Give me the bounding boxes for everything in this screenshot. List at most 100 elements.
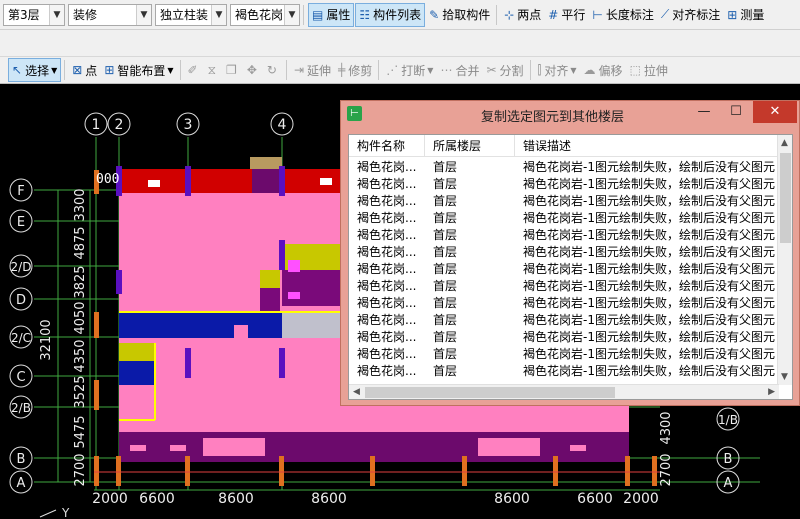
extend-button[interactable]: ⇥ 延伸 <box>291 58 334 82</box>
stair-side-block[interactable] <box>260 270 280 288</box>
category-select[interactable]: 装修 ▼ <box>68 3 152 26</box>
floor-select[interactable]: 第3层 ▼ <box>3 3 65 26</box>
cell-error: 褐色花岗岩-1图元绘制失败，绘制后没有父图元 <box>523 330 775 344</box>
align-dim-button[interactable]: ⟋ 对齐标注 <box>658 3 723 27</box>
chevron-down-icon[interactable]: ▼ <box>136 4 151 25</box>
trim-button[interactable]: ╪ 修剪 <box>335 58 375 82</box>
svg-text:2: 2 <box>115 117 124 133</box>
vertical-scrollbar[interactable]: ▲ ▼ <box>777 135 792 385</box>
cell-component-name: 褐色花岗... <box>357 177 417 191</box>
svg-text:4350: 4350 <box>73 339 88 372</box>
smart-layout-button[interactable]: ⊞ 智能布置 ▼ <box>101 58 176 82</box>
column-header-floor[interactable]: 所属楼层 <box>425 135 515 156</box>
copy-to-floors-dialog: ⊢ 复制选定图元到其他楼层 — ☐ ✕ 构件名称 所属楼层 错误描述 褐色花岗.… <box>340 100 800 406</box>
chevron-down-icon[interactable]: ▼ <box>781 372 788 382</box>
parallel-label: 平行 <box>561 8 586 22</box>
top-wall-cap <box>250 157 282 169</box>
move-button[interactable]: ✥ <box>244 58 263 82</box>
table-row[interactable]: 褐色花岗... 首层 褐色花岗岩-1图元绘制失败，绘制后没有父图元 <box>349 312 779 329</box>
parallel-button[interactable]: # 平行 <box>545 3 588 27</box>
chevron-down-icon[interactable]: ▼ <box>284 4 299 25</box>
table-row[interactable]: 褐色花岗... 首层 褐色花岗岩-1图元绘制失败，绘制后没有父图元 <box>349 295 779 312</box>
property-button[interactable]: ▤ 属性 <box>308 2 355 27</box>
toolbar-divider <box>303 4 304 25</box>
cell-component-name: 褐色花岗... <box>357 330 417 344</box>
left-room-yellow[interactable] <box>119 343 155 361</box>
svg-text:5475: 5475 <box>73 415 88 448</box>
rotate-icon: ↻ <box>266 63 277 77</box>
vertical-scroll-thumb[interactable] <box>780 153 791 243</box>
align-button[interactable]: ⫿ 对齐 ▼ <box>535 58 580 82</box>
chevron-down-icon[interactable]: ▼ <box>167 66 173 75</box>
measure-button[interactable]: ⊞ 测量 <box>724 3 767 27</box>
corridor-band[interactable] <box>119 312 282 338</box>
corridor-opening <box>234 325 248 338</box>
close-icon: ✕ <box>769 104 781 119</box>
table-row[interactable]: 褐色花岗... 首层 褐色花岗岩-1图元绘制失败，绘制后没有父图元 <box>349 176 779 193</box>
table-row[interactable]: 褐色花岗... 首层 褐色花岗岩-1图元绘制失败，绘制后没有父图元 <box>349 346 779 363</box>
point-button[interactable]: ⊠ 点 <box>69 58 100 82</box>
close-button[interactable]: ✕ <box>753 101 797 123</box>
table-row[interactable]: 褐色花岗... 首层 褐色花岗岩-1图元绘制失败，绘制后没有父图元 <box>349 329 779 346</box>
mirror-button[interactable]: ⧖ <box>205 58 222 82</box>
table-row[interactable]: 褐色花岗... 首层 褐色花岗岩-1图元绘制失败，绘制后没有父图元 <box>349 193 779 210</box>
svg-text:E: E <box>17 215 25 230</box>
cell-component-name: 褐色花岗... <box>357 313 417 327</box>
table-row[interactable]: 褐色花岗... 首层 褐色花岗岩-1图元绘制失败，绘制后没有父图元 <box>349 210 779 227</box>
chevron-right-icon[interactable]: ▶ <box>768 387 775 397</box>
chevron-down-icon[interactable]: ▼ <box>49 4 64 25</box>
pick-component-button[interactable]: ✎ 拾取构件 <box>426 3 493 27</box>
stair-side-purple[interactable] <box>260 288 280 312</box>
offset-button[interactable]: ☁ 偏移 <box>581 58 626 82</box>
split-button[interactable]: ✂ 分割 <box>483 58 526 82</box>
bottom-window <box>130 445 146 451</box>
stair-block-purple[interactable] <box>282 270 344 306</box>
app-icon: ⊢ <box>347 106 362 121</box>
chevron-down-icon[interactable]: ▼ <box>51 66 57 75</box>
table-row[interactable]: 褐色花岗... 首层 褐色花岗岩-1图元绘制失败，绘制后没有父图元 <box>349 261 779 278</box>
component-name-select[interactable]: 褐色花岗 ▼ <box>230 3 300 26</box>
stretch-button[interactable]: ⬚ 拉伸 <box>627 58 671 82</box>
component-type-select[interactable]: 独立柱装 ▼ <box>155 3 227 26</box>
left-room-blue[interactable] <box>119 361 155 385</box>
length-dim-button[interactable]: ⊢ 长度标注 <box>589 3 656 27</box>
error-list[interactable]: 构件名称 所属楼层 错误描述 褐色花岗... 首层 褐色花岗岩-1图元绘制失败，绘制… <box>348 134 793 400</box>
cell-component-name: 褐色花岗... <box>357 262 417 276</box>
move-icon: ✥ <box>246 63 257 77</box>
chevron-down-icon[interactable]: ▼ <box>427 66 433 75</box>
dialog-titlebar[interactable]: ⊢ 复制选定图元到其他楼层 — ☐ ✕ <box>341 101 799 127</box>
two-points-button[interactable]: ⊹ 两点 <box>501 3 544 27</box>
category-select-value: 装修 <box>73 8 98 22</box>
table-row[interactable]: 褐色花岗... 首层 褐色花岗岩-1图元绘制失败，绘制后没有父图元 <box>349 159 779 176</box>
table-row[interactable]: 褐色花岗... 首层 褐色花岗岩-1图元绘制失败，绘制后没有父图元 <box>349 363 779 380</box>
svg-text:2700: 2700 <box>659 453 674 486</box>
maximize-button[interactable]: ☐ <box>718 101 754 123</box>
column-header-name[interactable]: 构件名称 <box>349 135 425 156</box>
copy-button[interactable]: ❐ <box>223 58 243 82</box>
chevron-left-icon[interactable]: ◀ <box>353 387 360 397</box>
rotate-button[interactable]: ↻ <box>264 58 283 82</box>
brush-button[interactable]: ✐ <box>185 58 204 82</box>
horizontal-scroll-thumb[interactable] <box>365 387 615 398</box>
table-row[interactable]: 褐色花岗... 首层 褐色花岗岩-1图元绘制失败，绘制后没有父图元 <box>349 227 779 244</box>
cell-component-name: 褐色花岗... <box>357 279 417 293</box>
table-row[interactable]: 褐色花岗... 首层 褐色花岗岩-1图元绘制失败，绘制后没有父图元 <box>349 278 779 295</box>
svg-text:1: 1 <box>92 117 101 133</box>
merge-button[interactable]: ⋯ 合并 <box>437 58 482 82</box>
column-header-error[interactable]: 错误描述 <box>515 135 779 156</box>
top-wall-segment[interactable] <box>252 169 280 193</box>
minimize-button[interactable]: — <box>686 101 722 123</box>
measure-icon: ⊞ <box>727 7 738 22</box>
chevron-up-icon[interactable]: ▲ <box>781 138 788 148</box>
select-button[interactable]: ↖ 选择 ▼ <box>8 58 62 82</box>
corridor-gray[interactable] <box>282 312 344 338</box>
component-list-button[interactable]: ☷ 构件列表 <box>355 2 426 27</box>
table-row[interactable]: 褐色花岗... 首层 褐色花岗岩-1图元绘制失败，绘制后没有父图元 <box>349 244 779 261</box>
break-button[interactable]: ⋰ 打断 ▼ <box>383 58 436 82</box>
chevron-down-icon[interactable]: ▼ <box>570 66 576 75</box>
horizontal-scrollbar[interactable]: ◀ ▶ <box>349 384 779 399</box>
align-dim-icon: ⟋ <box>660 7 670 21</box>
cell-floor: 首层 <box>433 228 458 242</box>
chevron-down-icon[interactable]: ▼ <box>211 4 226 25</box>
svg-text:2/B: 2/B <box>11 401 31 415</box>
